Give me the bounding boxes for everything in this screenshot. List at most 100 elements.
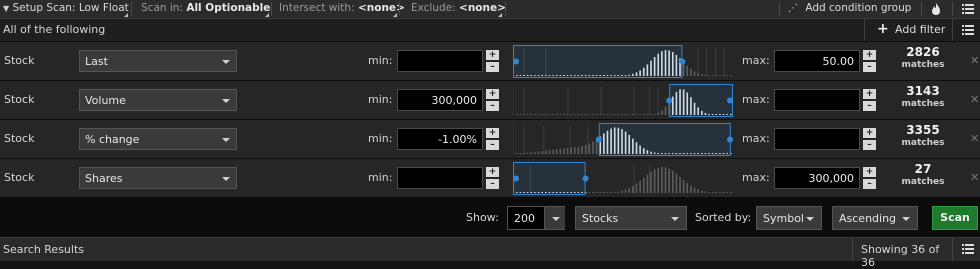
flame-icon[interactable] xyxy=(930,2,942,16)
increment-icon[interactable]: + xyxy=(863,167,876,177)
exclude-selector[interactable]: Exclude: <none> xyxy=(411,0,506,18)
decrement-icon[interactable]: – xyxy=(486,62,499,72)
scan-in-prefix: Scan in: xyxy=(141,2,187,14)
min-stepper[interactable]: + – xyxy=(486,89,499,111)
histogram-bar xyxy=(617,114,620,115)
increment-icon[interactable]: + xyxy=(486,167,499,177)
decrement-icon[interactable]: – xyxy=(486,179,499,189)
filter-field-select[interactable]: Last xyxy=(79,50,237,72)
decrement-icon[interactable]: – xyxy=(863,179,876,189)
range-handle[interactable] xyxy=(595,136,602,143)
histogram-bar xyxy=(610,114,612,115)
min-input[interactable] xyxy=(397,167,483,189)
min-label: min: xyxy=(368,54,393,67)
setup-scan-menu[interactable]: ▼ Setup Scan: Low Float xyxy=(3,0,129,18)
histogram-bar xyxy=(603,192,605,193)
add-filter-button[interactable]: + Add filter xyxy=(864,19,953,41)
max-stepper[interactable]: + – xyxy=(863,89,876,111)
decrement-icon[interactable]: – xyxy=(863,101,876,111)
increment-icon[interactable]: + xyxy=(486,50,499,60)
match-count-label: matches xyxy=(901,177,945,187)
menu-icon[interactable] xyxy=(962,3,974,15)
histogram-bar xyxy=(690,185,692,193)
range-handle[interactable] xyxy=(666,97,673,104)
corner-mark-icon xyxy=(124,13,128,17)
min-input[interactable]: 300,000 xyxy=(397,89,483,111)
min-stepper[interactable]: + – xyxy=(486,50,499,72)
decrement-icon[interactable]: – xyxy=(486,101,499,111)
divider xyxy=(921,2,922,16)
histogram-bar xyxy=(711,75,714,76)
range-handle[interactable] xyxy=(582,175,589,182)
histogram-bar xyxy=(639,114,641,115)
show-count-select[interactable]: 200 xyxy=(507,206,565,230)
max-input[interactable]: 300,000 xyxy=(774,167,860,189)
remove-filter-icon[interactable]: ✕ xyxy=(970,54,979,67)
distribution-histogram[interactable] xyxy=(513,84,733,117)
histogram-bar xyxy=(675,173,678,193)
min-input[interactable] xyxy=(397,50,483,72)
histogram-bar xyxy=(526,152,529,154)
range-handle[interactable] xyxy=(727,97,733,104)
results-count-label: Showing 36 of 36 xyxy=(861,243,940,269)
max-stepper[interactable]: + – xyxy=(863,167,876,189)
range-handle[interactable] xyxy=(727,136,733,143)
min-stepper[interactable]: + – xyxy=(486,167,499,189)
histogram-bar xyxy=(548,114,551,115)
range-selection[interactable] xyxy=(513,45,683,78)
intersect-prefix: Intersect with: xyxy=(279,2,358,14)
filter-field-select[interactable]: Volume xyxy=(79,89,237,111)
min-stepper[interactable]: + – xyxy=(486,128,499,150)
max-input[interactable] xyxy=(774,89,860,111)
sort-field-select[interactable]: Symbol xyxy=(756,206,822,230)
increment-icon[interactable]: + xyxy=(863,89,876,99)
setup-scan-prefix: Setup Scan: xyxy=(12,2,79,14)
corner-mark-icon xyxy=(393,13,397,17)
histogram-bar xyxy=(552,114,554,115)
add-condition-group-button[interactable]: ⋰ Add condition group xyxy=(788,0,911,18)
range-selection[interactable] xyxy=(513,162,586,195)
range-handle[interactable] xyxy=(513,175,519,182)
remove-filter-icon[interactable]: ✕ xyxy=(970,93,979,106)
range-selection[interactable] xyxy=(598,123,731,156)
range-handle[interactable] xyxy=(679,58,686,65)
increment-icon[interactable]: + xyxy=(863,50,876,60)
histogram-bar xyxy=(530,114,533,115)
increment-icon[interactable]: + xyxy=(863,128,876,138)
increment-icon[interactable]: + xyxy=(486,128,499,138)
max-stepper[interactable]: + – xyxy=(863,128,876,150)
scan-in-selector[interactable]: Scan in: All Optionable xyxy=(141,0,270,18)
max-input[interactable] xyxy=(774,128,860,150)
max-input[interactable]: 50.00 xyxy=(774,50,860,72)
show-count-dropdown-button[interactable] xyxy=(544,207,565,229)
max-stepper[interactable]: + – xyxy=(863,50,876,72)
filters-menu-button[interactable] xyxy=(952,19,980,41)
range-handle[interactable] xyxy=(513,58,519,65)
security-type-select[interactable]: Stocks xyxy=(575,206,687,230)
filter-field-value: Shares xyxy=(85,172,123,185)
filter-field-select[interactable]: Shares xyxy=(79,167,237,189)
sort-order-select[interactable]: Ascending xyxy=(832,206,918,230)
decrement-icon[interactable]: – xyxy=(486,140,499,150)
scan-button[interactable]: Scan xyxy=(932,206,978,230)
min-input[interactable]: -1.00% xyxy=(397,128,483,150)
filter-field-select[interactable]: % change xyxy=(79,128,237,150)
max-label: max: xyxy=(742,93,770,106)
decrement-icon[interactable]: – xyxy=(863,62,876,72)
results-menu-button[interactable] xyxy=(952,238,980,261)
remove-filter-icon[interactable]: ✕ xyxy=(970,132,979,145)
filter-type-label: Stock xyxy=(4,93,35,106)
distribution-histogram[interactable] xyxy=(513,162,733,195)
histogram-bar xyxy=(621,190,623,193)
distribution-histogram[interactable] xyxy=(513,45,733,78)
histogram-bar xyxy=(693,187,696,193)
histogram-bar xyxy=(559,114,562,115)
intersect-with-selector[interactable]: Intersect with: <none> xyxy=(279,0,405,18)
histogram-bar xyxy=(595,114,598,115)
increment-icon[interactable]: + xyxy=(486,89,499,99)
decrement-icon[interactable]: – xyxy=(863,140,876,150)
histogram-bar xyxy=(635,183,638,193)
range-selection[interactable] xyxy=(669,84,733,117)
distribution-histogram[interactable] xyxy=(513,123,733,156)
remove-filter-icon[interactable]: ✕ xyxy=(970,171,979,184)
